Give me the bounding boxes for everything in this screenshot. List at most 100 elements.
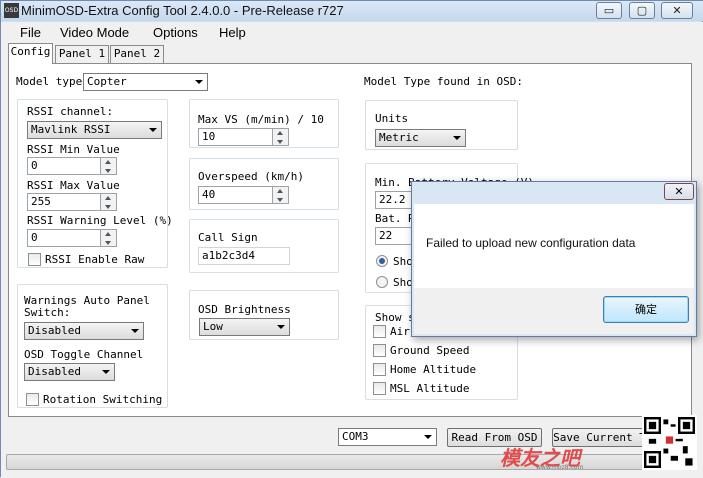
rssi-enable-raw-checkbox[interactable] [28, 253, 41, 266]
maximize-icon: ▢ [636, 4, 648, 17]
call-sign-label: Call Sign [198, 231, 258, 244]
air-checkbox[interactable] [373, 325, 386, 338]
show-radio-1[interactable] [376, 255, 388, 267]
tab-panel-2[interactable]: Panel 2 [110, 45, 164, 63]
warnings-auto-select[interactable]: Disabled [24, 322, 144, 340]
bat-r-label: Bat. R [375, 212, 415, 225]
upload-progress-bar [6, 454, 693, 470]
down-arrow-icon [105, 205, 111, 209]
chevron-down-icon [131, 329, 139, 333]
menu-bar: File Video Mode Options Help [1, 22, 703, 44]
tab-panel-1[interactable]: Panel 1 [55, 45, 109, 63]
rotation-switching-label: Rotation Switching [43, 393, 163, 406]
call-sign-field[interactable]: a1b2c3d4 [198, 247, 290, 265]
show-group-label: Show s [375, 311, 415, 324]
ground-speed-checkbox[interactable] [373, 344, 386, 357]
call-sign-group: Call Sign a1b2c3d4 [189, 219, 339, 273]
max-vs-field[interactable]: 10 [198, 128, 273, 146]
menu-file[interactable]: File [20, 25, 41, 40]
down-arrow-icon [277, 198, 283, 202]
rssi-warn-label: RSSI Warning Level (%) [27, 214, 173, 227]
tab-config[interactable]: Config [8, 43, 53, 64]
up-arrow-icon [105, 160, 111, 164]
rssi-warn-stepper[interactable] [101, 229, 117, 247]
com-port-value: COM3 [342, 430, 369, 443]
osd-toggle-label: OSD Toggle Channel [24, 348, 144, 361]
max-vs-stepper[interactable] [273, 128, 289, 146]
app-icon: OSD [4, 3, 19, 18]
show-radio-1-label: Sho [393, 255, 413, 268]
com-port-select[interactable]: COM3 [338, 428, 437, 446]
max-vs-label: Max VS (m/min) / 10 [198, 113, 324, 126]
qr-code-icon [644, 417, 695, 468]
chevron-down-icon [424, 435, 432, 439]
ground-speed-label: Ground Speed [390, 344, 470, 357]
rssi-min-field[interactable]: 0 [27, 157, 101, 175]
osd-toggle-value: Disabled [28, 365, 81, 378]
window-title: MinimOSD-Extra Config Tool 2.4.0.0 - Pre… [21, 3, 344, 18]
rssi-channel-label: RSSI channel: [27, 105, 114, 118]
rssi-max-field[interactable]: 255 [27, 193, 101, 211]
rssi-min-stepper[interactable] [101, 157, 117, 175]
close-button[interactable]: ✕ [661, 2, 693, 19]
rotation-switching-checkbox[interactable] [26, 393, 39, 406]
warnings-group: Warnings Auto Panel Switch: Disabled OSD… [17, 284, 168, 408]
osd-brightness-value: Low [203, 320, 223, 333]
overspeed-stepper[interactable] [273, 186, 289, 204]
chevron-down-icon [102, 370, 110, 374]
rssi-enable-raw-label: RSSI Enable Raw [45, 253, 145, 266]
rssi-channel-value: Mavlink RSSI [31, 123, 111, 136]
dialog-body: Failed to upload new configuration data [414, 204, 694, 288]
model-type-select[interactable]: Copter [83, 73, 208, 91]
overspeed-field[interactable]: 40 [198, 186, 273, 204]
minimize-icon: ▭ [603, 4, 615, 17]
maximize-button[interactable]: ▢ [629, 2, 655, 19]
menu-video-mode[interactable]: Video Mode [60, 25, 129, 40]
overspeed-group: Overspeed (km/h) 40 [189, 158, 339, 210]
dialog-footer: 确定 [414, 288, 694, 334]
show-radio-2-label: Sho [393, 276, 413, 289]
title-bar[interactable]: OSD MinimOSD-Extra Config Tool 2.4.0.0 -… [1, 1, 703, 21]
msl-altitude-checkbox[interactable] [373, 382, 386, 395]
main-window: OSD MinimOSD-Extra Config Tool 2.4.0.0 -… [0, 0, 703, 478]
units-select[interactable]: Metric [375, 129, 466, 147]
home-altitude-checkbox[interactable] [373, 363, 386, 376]
rssi-channel-select[interactable]: Mavlink RSSI [27, 121, 162, 139]
minimize-button[interactable]: ▭ [596, 2, 622, 19]
rssi-group: RSSI channel: Mavlink RSSI RSSI Min Valu… [17, 99, 173, 268]
show-radio-2[interactable] [376, 276, 388, 288]
up-arrow-icon [277, 131, 283, 135]
menu-help[interactable]: Help [219, 25, 246, 40]
dialog-close-button[interactable]: ✕ [664, 183, 694, 200]
chevron-down-icon [149, 128, 157, 132]
rssi-min-label: RSSI Min Value [27, 143, 120, 156]
dialog-ok-button[interactable]: 确定 [603, 296, 689, 323]
osd-brightness-group: OSD Brightness Low [189, 290, 339, 340]
warnings-auto-value: Disabled [28, 324, 81, 337]
chevron-down-icon [453, 136, 461, 140]
msl-altitude-label: MSL Altitude [390, 382, 470, 395]
warnings-auto-label-line2: Switch: [24, 306, 71, 319]
qr-code-image [642, 415, 697, 470]
rssi-warn-field[interactable]: 0 [27, 229, 101, 247]
max-vs-group: Max VS (m/min) / 10 10 [189, 99, 339, 148]
close-icon: ✕ [672, 4, 682, 17]
up-arrow-icon [105, 196, 111, 200]
units-value: Metric [379, 131, 419, 144]
down-arrow-icon [105, 169, 111, 173]
air-label: Air [390, 325, 410, 338]
osd-brightness-label: OSD Brightness [198, 303, 291, 316]
close-icon: ✕ [674, 185, 684, 198]
model-found-label: Model Type found in OSD: [364, 75, 523, 88]
watermark-url: www.moz8.com [536, 464, 584, 471]
rssi-max-label: RSSI Max Value [27, 179, 120, 192]
down-arrow-icon [277, 140, 283, 144]
up-arrow-icon [105, 232, 111, 236]
osd-toggle-select[interactable]: Disabled [24, 363, 115, 381]
rssi-max-stepper[interactable] [101, 193, 117, 211]
menu-options[interactable]: Options [153, 25, 198, 40]
model-type-value: Copter [87, 75, 127, 88]
units-label: Units [375, 112, 409, 125]
osd-brightness-select[interactable]: Low [199, 318, 290, 336]
chevron-down-icon [277, 325, 285, 329]
